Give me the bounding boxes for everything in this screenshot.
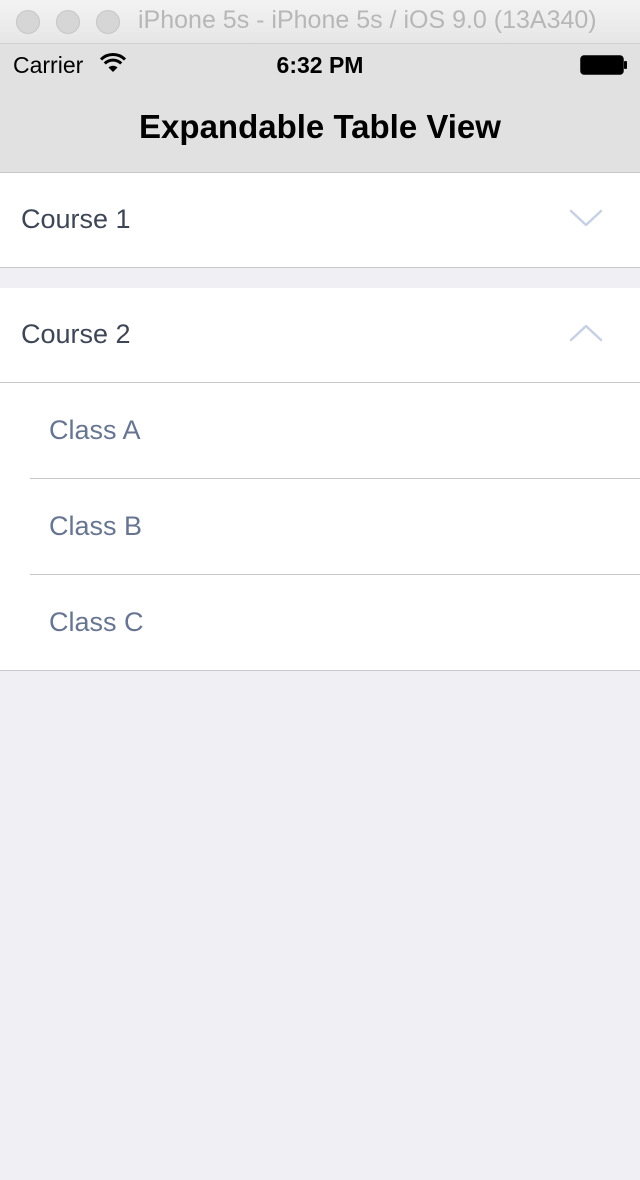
chevron-down-icon bbox=[569, 209, 603, 227]
course-label: Course 2 bbox=[21, 319, 131, 349]
zoom-window-button[interactable] bbox=[96, 10, 120, 34]
close-window-button[interactable] bbox=[16, 10, 40, 34]
class-row-a[interactable]: Class A bbox=[0, 383, 640, 479]
window-title: iPhone 5s - iPhone 5s / iOS 9.0 (13A340) bbox=[138, 6, 597, 34]
minimize-window-button[interactable] bbox=[56, 10, 80, 34]
course-row-2[interactable]: Course 2 bbox=[0, 288, 640, 383]
row-separator bbox=[0, 670, 640, 671]
status-time: 6:32 PM bbox=[276, 52, 364, 78]
table-view[interactable]: Course 1 Course 2 Class A Class B Class … bbox=[0, 173, 640, 671]
class-label: Class C bbox=[49, 607, 144, 637]
class-row-c[interactable]: Class C bbox=[0, 575, 640, 671]
class-row-b[interactable]: Class B bbox=[0, 479, 640, 575]
simulator-title-bar: iPhone 5s - iPhone 5s / iOS 9.0 (13A340) bbox=[0, 0, 640, 44]
course-label: Course 1 bbox=[21, 204, 131, 234]
status-bar: Carrier 6:32 PM bbox=[0, 44, 640, 84]
class-label: Class B bbox=[49, 511, 143, 541]
course-row-1[interactable]: Course 1 bbox=[0, 173, 640, 268]
navigation-bar: Carrier 6:32 PM Expandable Table View bbox=[0, 44, 640, 173]
chevron-up-icon bbox=[569, 324, 603, 342]
page-title: Expandable Table View bbox=[139, 108, 501, 145]
class-label: Class A bbox=[49, 415, 141, 445]
battery-icon bbox=[580, 55, 627, 75]
section-spacer bbox=[0, 268, 640, 288]
